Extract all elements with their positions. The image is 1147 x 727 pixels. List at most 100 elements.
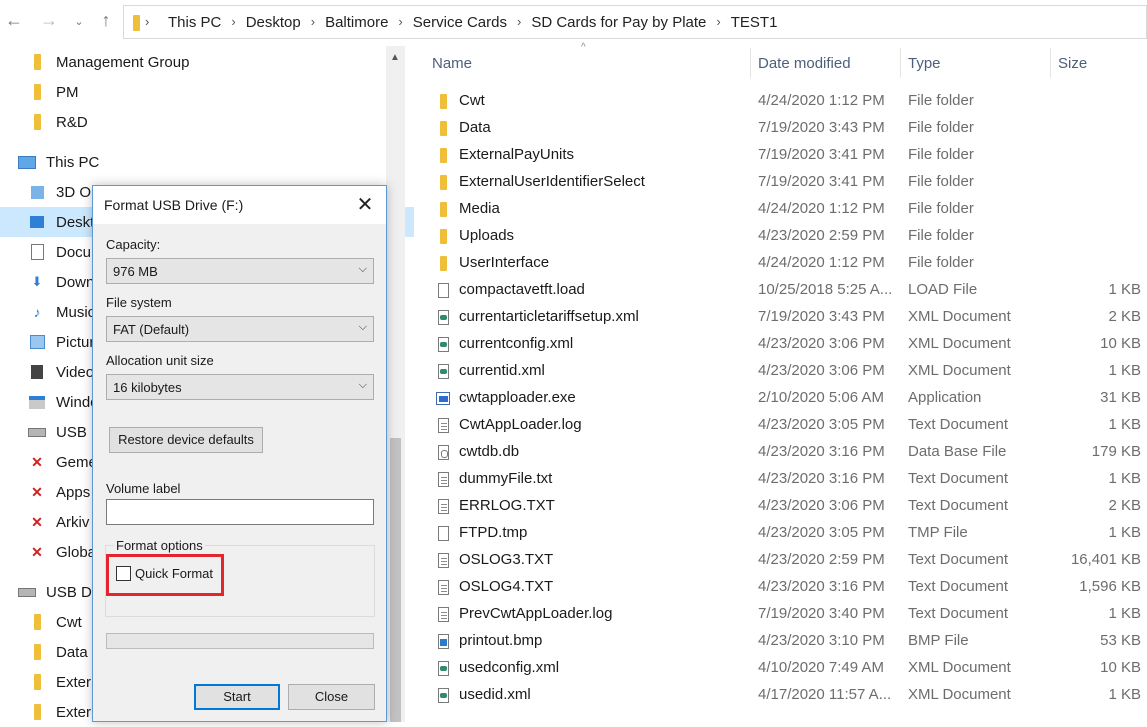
nav-item[interactable]: USB D	[28, 417, 102, 447]
restore-defaults-button[interactable]: Restore device defaults	[109, 427, 263, 453]
nav-item[interactable]: 3D Ob	[28, 177, 99, 207]
nav-item[interactable]: R&D	[28, 107, 88, 137]
file-date-modified: 4/23/2020 3:05 PM	[758, 416, 885, 433]
chevron-right-icon[interactable]: ›	[710, 14, 726, 31]
start-button[interactable]: Start	[194, 684, 280, 710]
file-row[interactable]: dummyFile.txt 4/23/2020 3:16 PM Text Docum…	[405, 466, 1147, 493]
breadcrumb-item[interactable]: TEST1	[727, 14, 782, 31]
file-row[interactable]: OSLOG4.TXT 4/23/2020 3:16 PM Text Document…	[405, 574, 1147, 601]
file-name: FTPD.tmp	[459, 524, 528, 541]
file-row[interactable]: OSLOG3.TXT 4/23/2020 2:59 PM Text Document…	[405, 547, 1147, 574]
nav-item[interactable]: USB Dri	[18, 577, 100, 607]
up-arrow-icon[interactable]: ↑	[94, 10, 118, 31]
format-progress-bar	[106, 633, 374, 649]
breadcrumb-item[interactable]: Service Cards	[409, 14, 511, 31]
file-name: ExternalUserIdentifierSelect	[459, 173, 645, 190]
volume-label-input[interactable]	[106, 499, 374, 525]
nav-item[interactable]: ♪ Music	[28, 297, 96, 327]
column-divider[interactable]	[750, 48, 751, 78]
file-row[interactable]: cwtdb.db 4/23/2020 3:16 PM Data Base File 1…	[405, 439, 1147, 466]
nav-item[interactable]: PM	[28, 77, 79, 107]
file-row[interactable]: ExternalUserIdentifierSelect 7/19/2020 3:…	[405, 169, 1147, 196]
nav-item-label: Management Group	[56, 53, 190, 71]
file-row[interactable]: Media 4/24/2020 1:12 PM File folder	[405, 196, 1147, 223]
column-header-date[interactable]: Date modified	[758, 54, 851, 84]
nav-item[interactable]: Management Group	[28, 47, 189, 77]
nav-item[interactable]: Cwt	[28, 607, 82, 637]
column-header-type[interactable]: Type	[908, 54, 941, 84]
nav-item[interactable]: Video	[28, 357, 94, 387]
3d-objects-icon	[28, 185, 46, 199]
nav-item-label: Docu	[56, 243, 92, 261]
windows-drive-icon	[28, 395, 46, 409]
breadcrumb-item[interactable]: Baltimore	[321, 14, 392, 31]
nav-item[interactable]: Extern	[28, 697, 99, 727]
breadcrumb: This PC › Desktop › Baltimore › Service Cards ›…	[164, 14, 781, 31]
file-date-modified: 4/23/2020 3:16 PM	[758, 470, 885, 487]
close-icon[interactable]: ✕	[350, 191, 380, 219]
nav-item[interactable]: ✕ Arkiv (	[28, 507, 98, 537]
file-row[interactable]: Uploads 4/23/2020 2:59 PM File folder	[405, 223, 1147, 250]
file-row[interactable]: PrevCwtAppLoader.log 7/19/2020 3:40 PM Tex…	[405, 601, 1147, 628]
file-date-modified: 7/19/2020 3:43 PM	[758, 119, 885, 136]
file-row[interactable]: UserInterface 4/24/2020 1:12 PM File folde…	[405, 250, 1147, 277]
breadcrumb-item[interactable]: SD Cards for Pay by Plate	[527, 14, 710, 31]
nav-pane-scrollbar[interactable]: ▲	[386, 46, 405, 722]
pictures-icon	[28, 335, 46, 349]
nav-item[interactable]: Docu	[28, 237, 91, 267]
nav-item[interactable]: Windo	[28, 387, 99, 417]
file-row[interactable]: compactavetft.load 10/25/2018 5:25 A... LO…	[405, 277, 1147, 304]
chevron-down-icon: ⌵	[358, 379, 367, 391]
volume-label-label: Volume label	[106, 481, 181, 496]
file-row[interactable]: currentconfig.xml 4/23/2020 3:06 PM XML Do…	[405, 331, 1147, 358]
file-name: Cwt	[459, 92, 485, 109]
recent-locations-chevron-icon[interactable]: ⌄	[67, 15, 91, 28]
chevron-right-icon[interactable]: ›	[392, 14, 408, 31]
file-system-dropdown[interactable]: FAT (Default) ⌵	[106, 316, 374, 342]
nav-item[interactable]: ✕ Globa	[28, 537, 96, 567]
nav-item[interactable]: Data	[28, 637, 88, 667]
text-file-icon	[436, 471, 450, 487]
breadcrumb-item[interactable]: Desktop	[242, 14, 305, 31]
chevron-right-icon[interactable]: ›	[225, 14, 241, 31]
nav-item[interactable]: ⬇ Down	[28, 267, 95, 297]
file-row[interactable]: currentarticletariffsetup.xml 7/19/2020 3…	[405, 304, 1147, 331]
database-file-icon	[436, 444, 450, 460]
column-divider[interactable]	[900, 48, 901, 78]
breadcrumb-item[interactable]: This PC	[164, 14, 225, 31]
nav-item[interactable]: This PC	[18, 147, 99, 177]
chevron-down-icon: ⌵	[358, 321, 367, 333]
file-row[interactable]: FTPD.tmp 4/23/2020 3:05 PM TMP File 1 KB	[405, 520, 1147, 547]
scrollbar-thumb[interactable]	[390, 438, 401, 722]
music-icon: ♪	[33, 304, 41, 320]
file-row[interactable]: ExternalPayUnits 7/19/2020 3:41 PM File fo…	[405, 142, 1147, 169]
file-row[interactable]: CwtAppLoader.log 4/23/2020 3:05 PM Text Do…	[405, 412, 1147, 439]
chevron-right-icon[interactable]: ›	[511, 14, 527, 31]
file-row[interactable]: usedid.xml 4/17/2020 11:57 A... XML Docume…	[405, 682, 1147, 709]
file-row[interactable]: Cwt 4/24/2020 1:12 PM File folder	[405, 88, 1147, 115]
nav-item-label: R&D	[56, 113, 88, 131]
xml-file-icon	[436, 660, 450, 676]
file-row[interactable]: usedconfig.xml 4/10/2020 7:49 AM XML Docum…	[405, 655, 1147, 682]
nav-item[interactable]: Extern	[28, 667, 99, 697]
nav-item[interactable]: ✕ Geme	[28, 447, 97, 477]
address-bar[interactable]: › This PC › Desktop › Baltimore › Service Card…	[123, 5, 1147, 39]
close-button[interactable]: Close	[288, 684, 375, 710]
column-divider[interactable]	[1050, 48, 1051, 78]
file-row[interactable]: Data 7/19/2020 3:43 PM File folder	[405, 115, 1147, 142]
forward-arrow-icon[interactable]: →	[37, 10, 61, 31]
file-row[interactable]: ERRLOG.TXT 4/23/2020 3:06 PM Text Document…	[405, 493, 1147, 520]
dialog-title-bar[interactable]: Format USB Drive (F:) ✕	[93, 186, 386, 224]
capacity-dropdown[interactable]: 976 MB ⌵	[106, 258, 374, 284]
file-row[interactable]: cwtapploader.exe 2/10/2020 5:06 AM Applica…	[405, 385, 1147, 412]
column-header-size[interactable]: Size	[1058, 54, 1087, 84]
scroll-up-arrow-icon[interactable]: ▲	[390, 52, 400, 63]
file-row[interactable]: printout.bmp 4/23/2020 3:10 PM BMP File 53 …	[405, 628, 1147, 655]
chevron-right-icon[interactable]: ›	[305, 14, 321, 31]
back-arrow-icon[interactable]: ←	[2, 10, 26, 31]
allocation-unit-dropdown[interactable]: 16 kilobytes ⌵	[106, 374, 374, 400]
file-row[interactable]: currentid.xml 4/23/2020 3:06 PM XML Docume…	[405, 358, 1147, 385]
file-type: XML Document	[908, 659, 1011, 676]
nav-item[interactable]: ✕ Apps	[28, 477, 90, 507]
column-header-name[interactable]: Name	[432, 54, 472, 84]
